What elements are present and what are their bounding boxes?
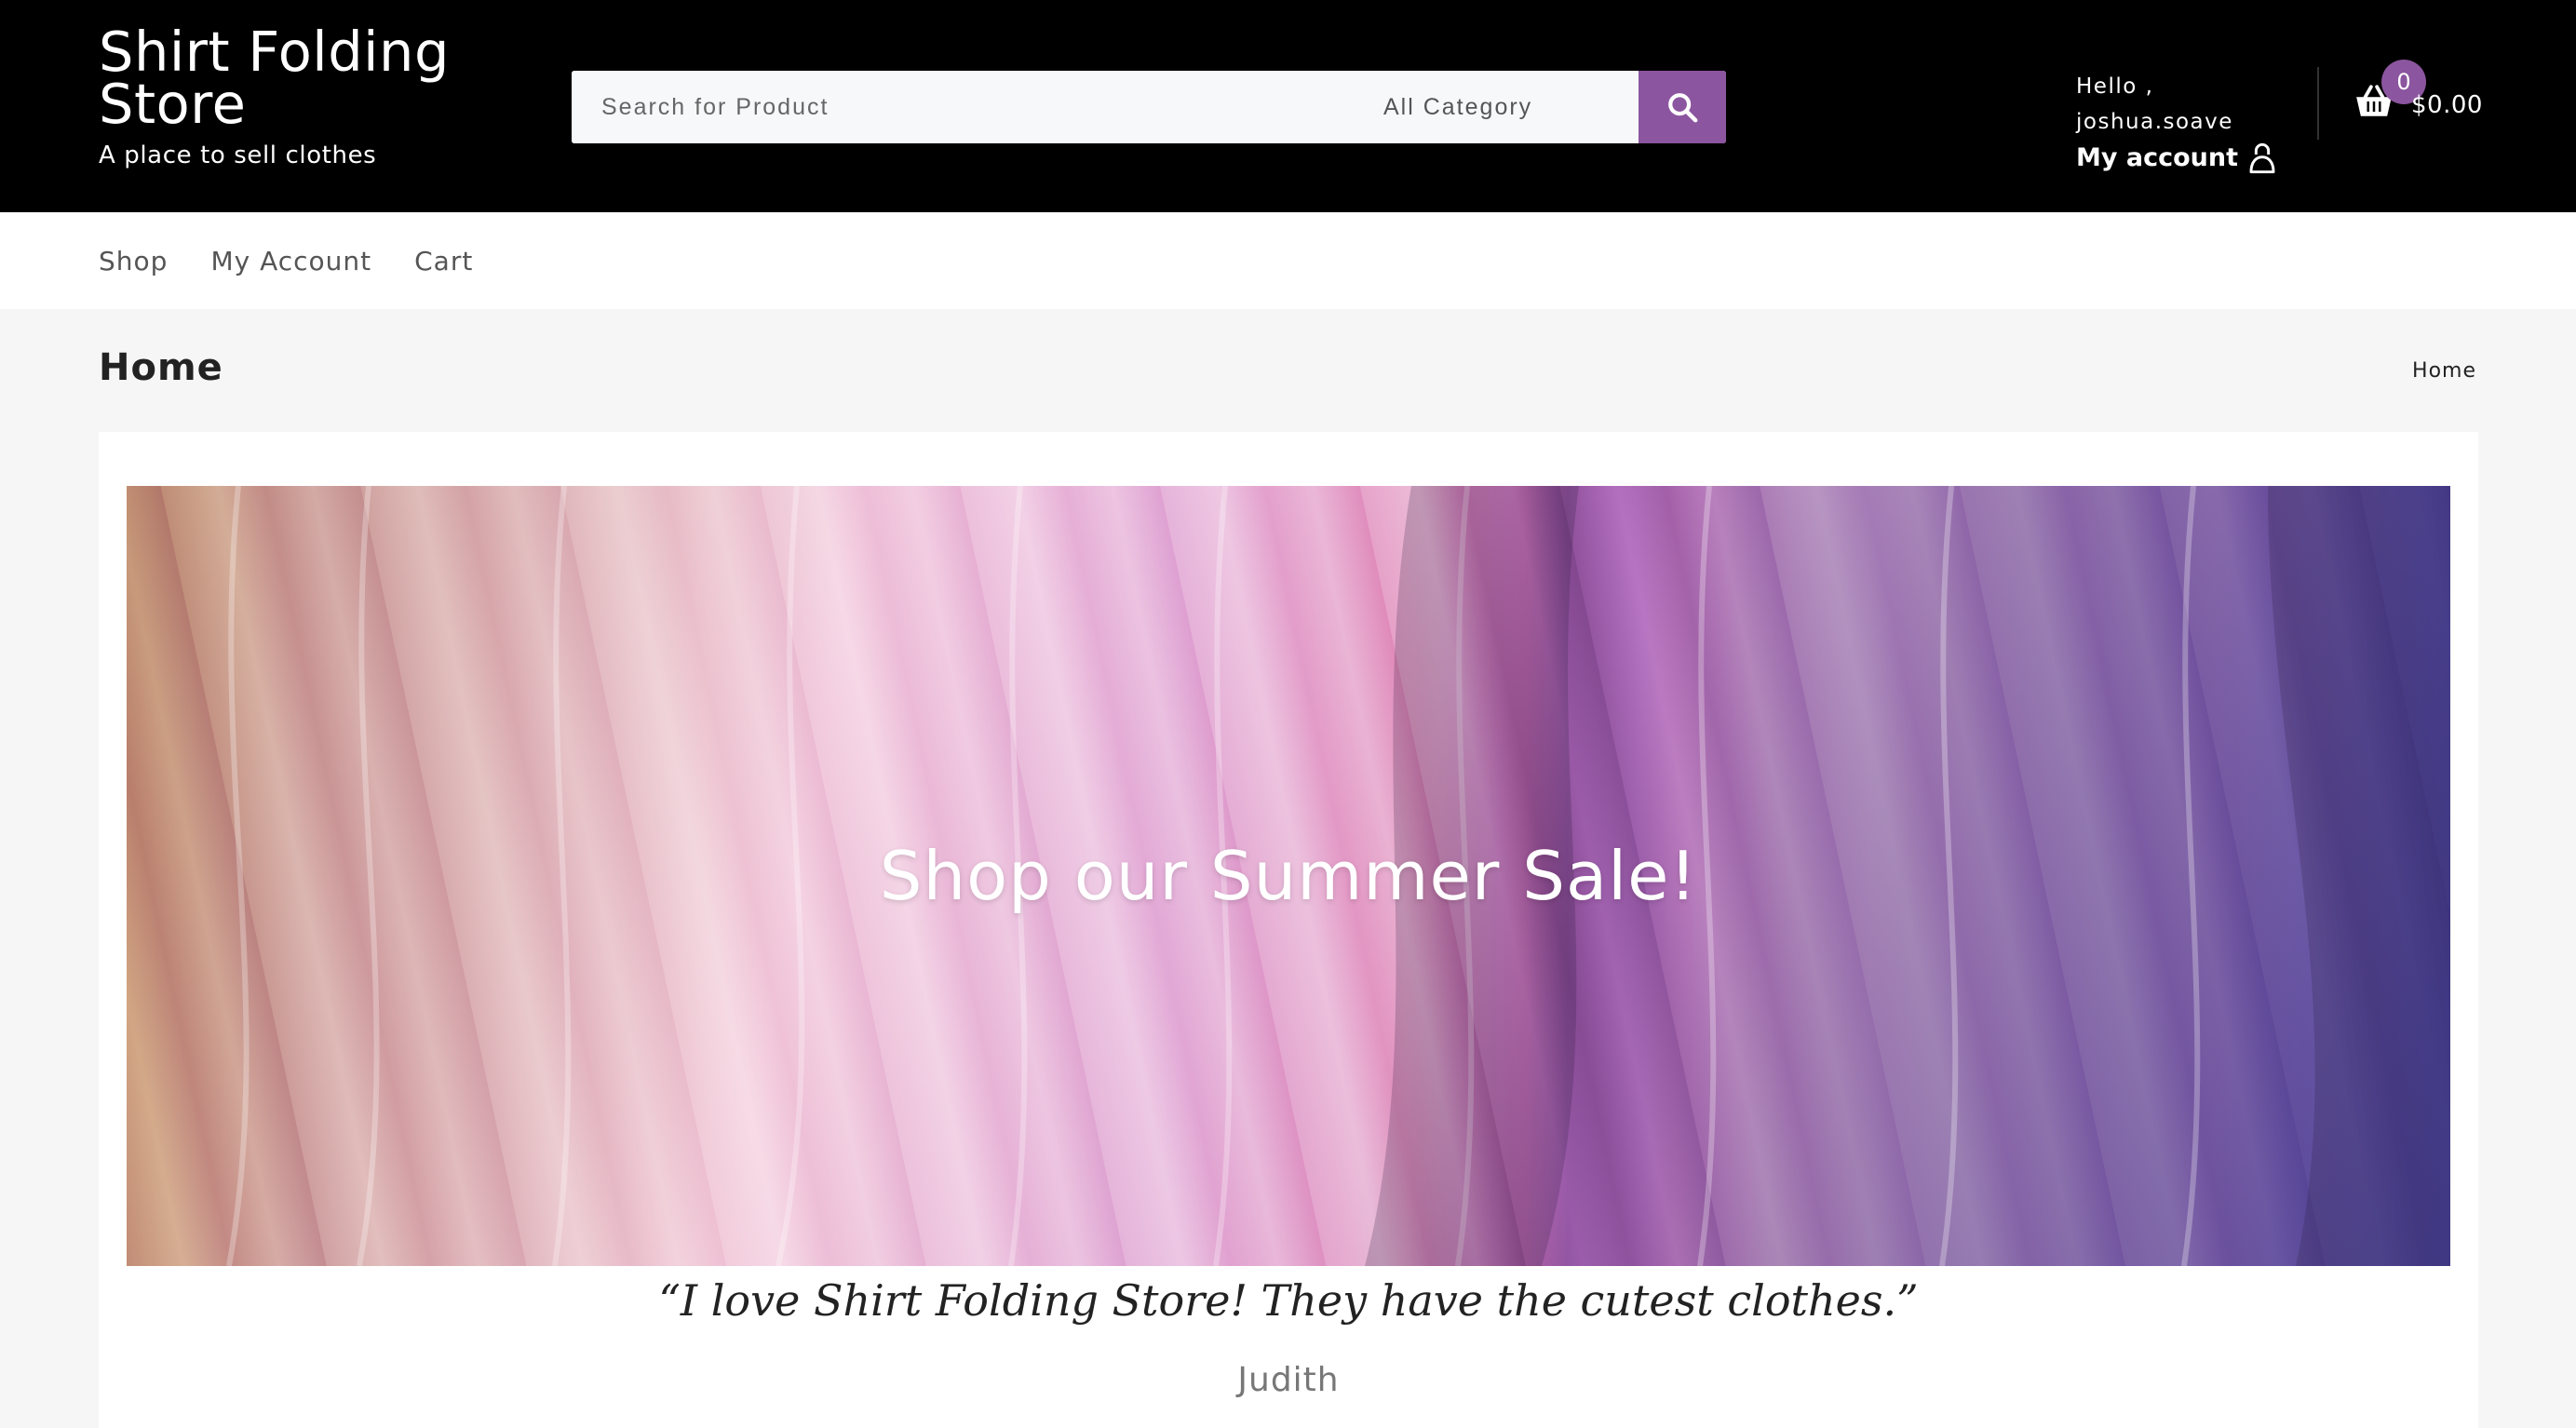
hero-banner[interactable]: Shop our Summer Sale! bbox=[127, 486, 2450, 1266]
hero-headline: Shop our Summer Sale! bbox=[879, 837, 1698, 915]
site-header: Shirt Folding Store A place to sell clot… bbox=[0, 0, 2576, 212]
account-greeting: Hello , joshua.soave bbox=[2076, 74, 2233, 134]
cart-button[interactable]: 0 $0.00 bbox=[2353, 60, 2502, 153]
search-input[interactable] bbox=[572, 71, 1369, 143]
search-bar: All Category bbox=[572, 71, 1726, 143]
search-button[interactable] bbox=[1639, 71, 1726, 143]
testimonial-author: Judith bbox=[1237, 1361, 1340, 1399]
testimonial-quote: “I love Shirt Folding Store! They have t… bbox=[658, 1275, 1919, 1326]
site-title[interactable]: Shirt Folding Store bbox=[99, 24, 527, 131]
content-card: Shop our Summer Sale! “I love Shirt Fold… bbox=[99, 432, 2478, 1428]
site-tagline: A place to sell clothes bbox=[99, 141, 377, 169]
my-account-link[interactable]: My account bbox=[2076, 140, 2300, 177]
user-icon bbox=[2249, 142, 2275, 174]
nav-item-cart[interactable]: Cart bbox=[414, 246, 473, 276]
search-icon bbox=[1668, 93, 1698, 123]
my-account-label: My account bbox=[2076, 143, 2238, 172]
header-divider bbox=[2317, 67, 2319, 140]
nav-item-shop[interactable]: Shop bbox=[99, 246, 168, 276]
breadcrumb[interactable]: Home bbox=[2412, 359, 2476, 383]
account-area: Hello , joshua.soave My account bbox=[2076, 69, 2300, 177]
brand[interactable]: Shirt Folding Store A place to sell clot… bbox=[99, 24, 527, 171]
main-navigation: Shop My Account Cart bbox=[0, 212, 2576, 309]
cart-total: $0.00 bbox=[2411, 91, 2483, 119]
nav-item-my-account[interactable]: My Account bbox=[210, 246, 371, 276]
page-title: Home bbox=[99, 346, 223, 389]
category-select[interactable]: All Category bbox=[1369, 71, 1639, 143]
